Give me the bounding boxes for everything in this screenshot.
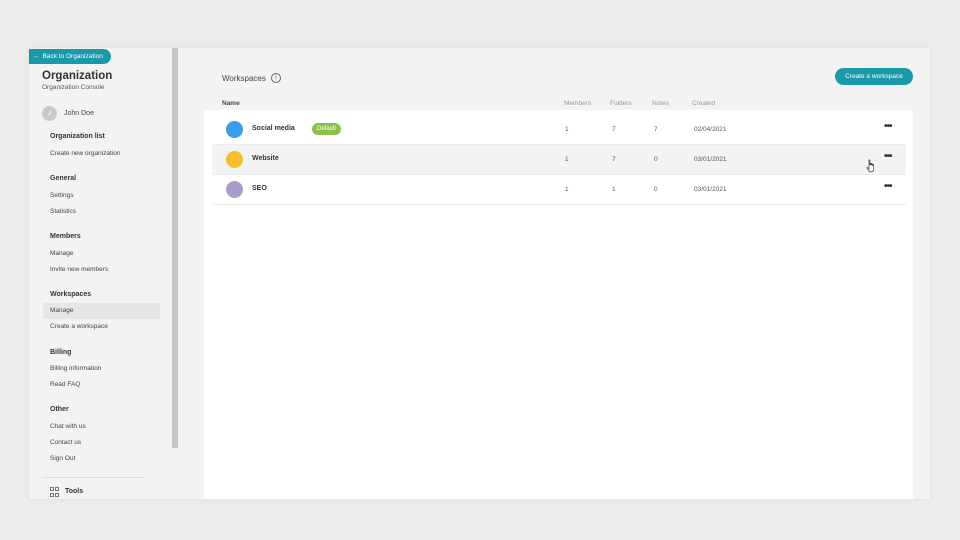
sidebar-item-chat-with-us[interactable]: Chat with us <box>50 423 86 430</box>
column-header-notes[interactable]: Notes <box>652 100 669 107</box>
column-header-created[interactable]: Created <box>692 100 715 107</box>
folders-count: 7 <box>612 156 616 163</box>
more-options-icon[interactable]: ••• <box>884 181 892 192</box>
app-window: ← Back to Organization Organization Organ… <box>29 48 930 499</box>
notes-count: 0 <box>654 156 658 163</box>
avatar: J <box>42 105 57 121</box>
sidebar-item-members-manage[interactable]: Manage <box>50 250 74 257</box>
sidebar-item-contact-us[interactable]: Contact us <box>50 439 81 446</box>
workspaces-title: Workspaces <box>222 73 266 83</box>
sidebar-scrollbar[interactable] <box>172 48 178 448</box>
created-date: 02/04/2021 <box>694 126 727 133</box>
members-count: 1 <box>565 126 569 133</box>
notes-count: 0 <box>654 186 658 193</box>
table-row[interactable]: SEO 1 1 0 03/01/2021 ••• <box>212 175 906 205</box>
folders-count: 7 <box>612 126 616 133</box>
workspace-name: SEO <box>252 185 267 192</box>
sidebar-item-workspaces-manage[interactable]: Manage <box>43 303 160 319</box>
column-header-name[interactable]: Name <box>222 100 240 107</box>
column-header-folders[interactable]: Folders <box>610 100 632 107</box>
workspace-color-dot <box>226 181 243 198</box>
arrow-left-icon: ← <box>33 53 40 60</box>
tools-label: Tools <box>65 487 84 495</box>
divider <box>42 477 144 478</box>
tools-button[interactable]: Tools <box>50 487 84 497</box>
created-date: 03/01/2021 <box>694 186 727 193</box>
created-date: 03/01/2021 <box>694 156 727 163</box>
sidebar-item-sign-out[interactable]: Sign Out <box>50 455 75 462</box>
sidebar-item-create-new-organization[interactable]: Create new organization <box>50 150 120 157</box>
folders-count: 1 <box>612 186 616 193</box>
sidebar: ← Back to Organization Organization Organ… <box>29 48 172 499</box>
section-title-members: Members <box>50 233 81 240</box>
workspaces-table: Social media Default 1 7 7 02/04/2021 ••… <box>204 110 913 499</box>
sidebar-item-read-faq[interactable]: Read FAQ <box>50 381 80 388</box>
page-title: Organization <box>42 70 113 82</box>
table-row[interactable]: Social media Default 1 7 7 02/04/2021 ••… <box>212 115 906 145</box>
user-profile[interactable]: J John Doe <box>42 105 94 121</box>
members-count: 1 <box>565 156 569 163</box>
workspace-name: Social media <box>252 125 295 132</box>
create-workspace-button[interactable]: Create a workspace <box>835 68 913 85</box>
page-subtitle: Organization Console <box>42 84 105 91</box>
sidebar-item-create-a-workspace[interactable]: Create a workspace <box>50 323 108 330</box>
section-title-workspaces: Workspaces <box>50 291 92 298</box>
members-count: 1 <box>565 186 569 193</box>
table-row[interactable]: Website 1 7 0 03/01/2021 ••• <box>212 145 906 175</box>
sidebar-item-statistics[interactable]: Statistics <box>50 208 76 215</box>
section-title-other: Other <box>50 406 69 413</box>
section-title-billing: Billing <box>50 349 72 356</box>
sidebar-item-invite-new-members[interactable]: Invite new members <box>50 266 108 273</box>
workspace-name: Website <box>252 155 279 162</box>
info-icon[interactable]: i <box>270 73 281 83</box>
back-label: Back to Organization <box>42 53 103 60</box>
grid-icon <box>50 487 59 497</box>
section-title-organization-list[interactable]: Organization list <box>50 133 105 140</box>
user-name: John Doe <box>64 109 94 117</box>
sidebar-item-billing-information[interactable]: Billing information <box>50 365 101 372</box>
more-options-icon[interactable]: ••• <box>884 121 892 132</box>
workspaces-heading: Workspaces i <box>222 73 281 83</box>
workspace-color-dot <box>226 151 243 168</box>
default-badge: Default <box>312 123 342 135</box>
more-options-icon[interactable]: ••• <box>884 151 892 162</box>
sidebar-item-settings[interactable]: Settings <box>50 192 74 199</box>
column-header-members[interactable]: Members <box>564 100 591 107</box>
notes-count: 7 <box>654 126 658 133</box>
hand-cursor-icon <box>866 159 874 173</box>
section-title-general: General <box>50 175 77 182</box>
back-to-organization-button[interactable]: ← Back to Organization <box>29 49 111 64</box>
workspace-color-dot <box>226 121 243 138</box>
